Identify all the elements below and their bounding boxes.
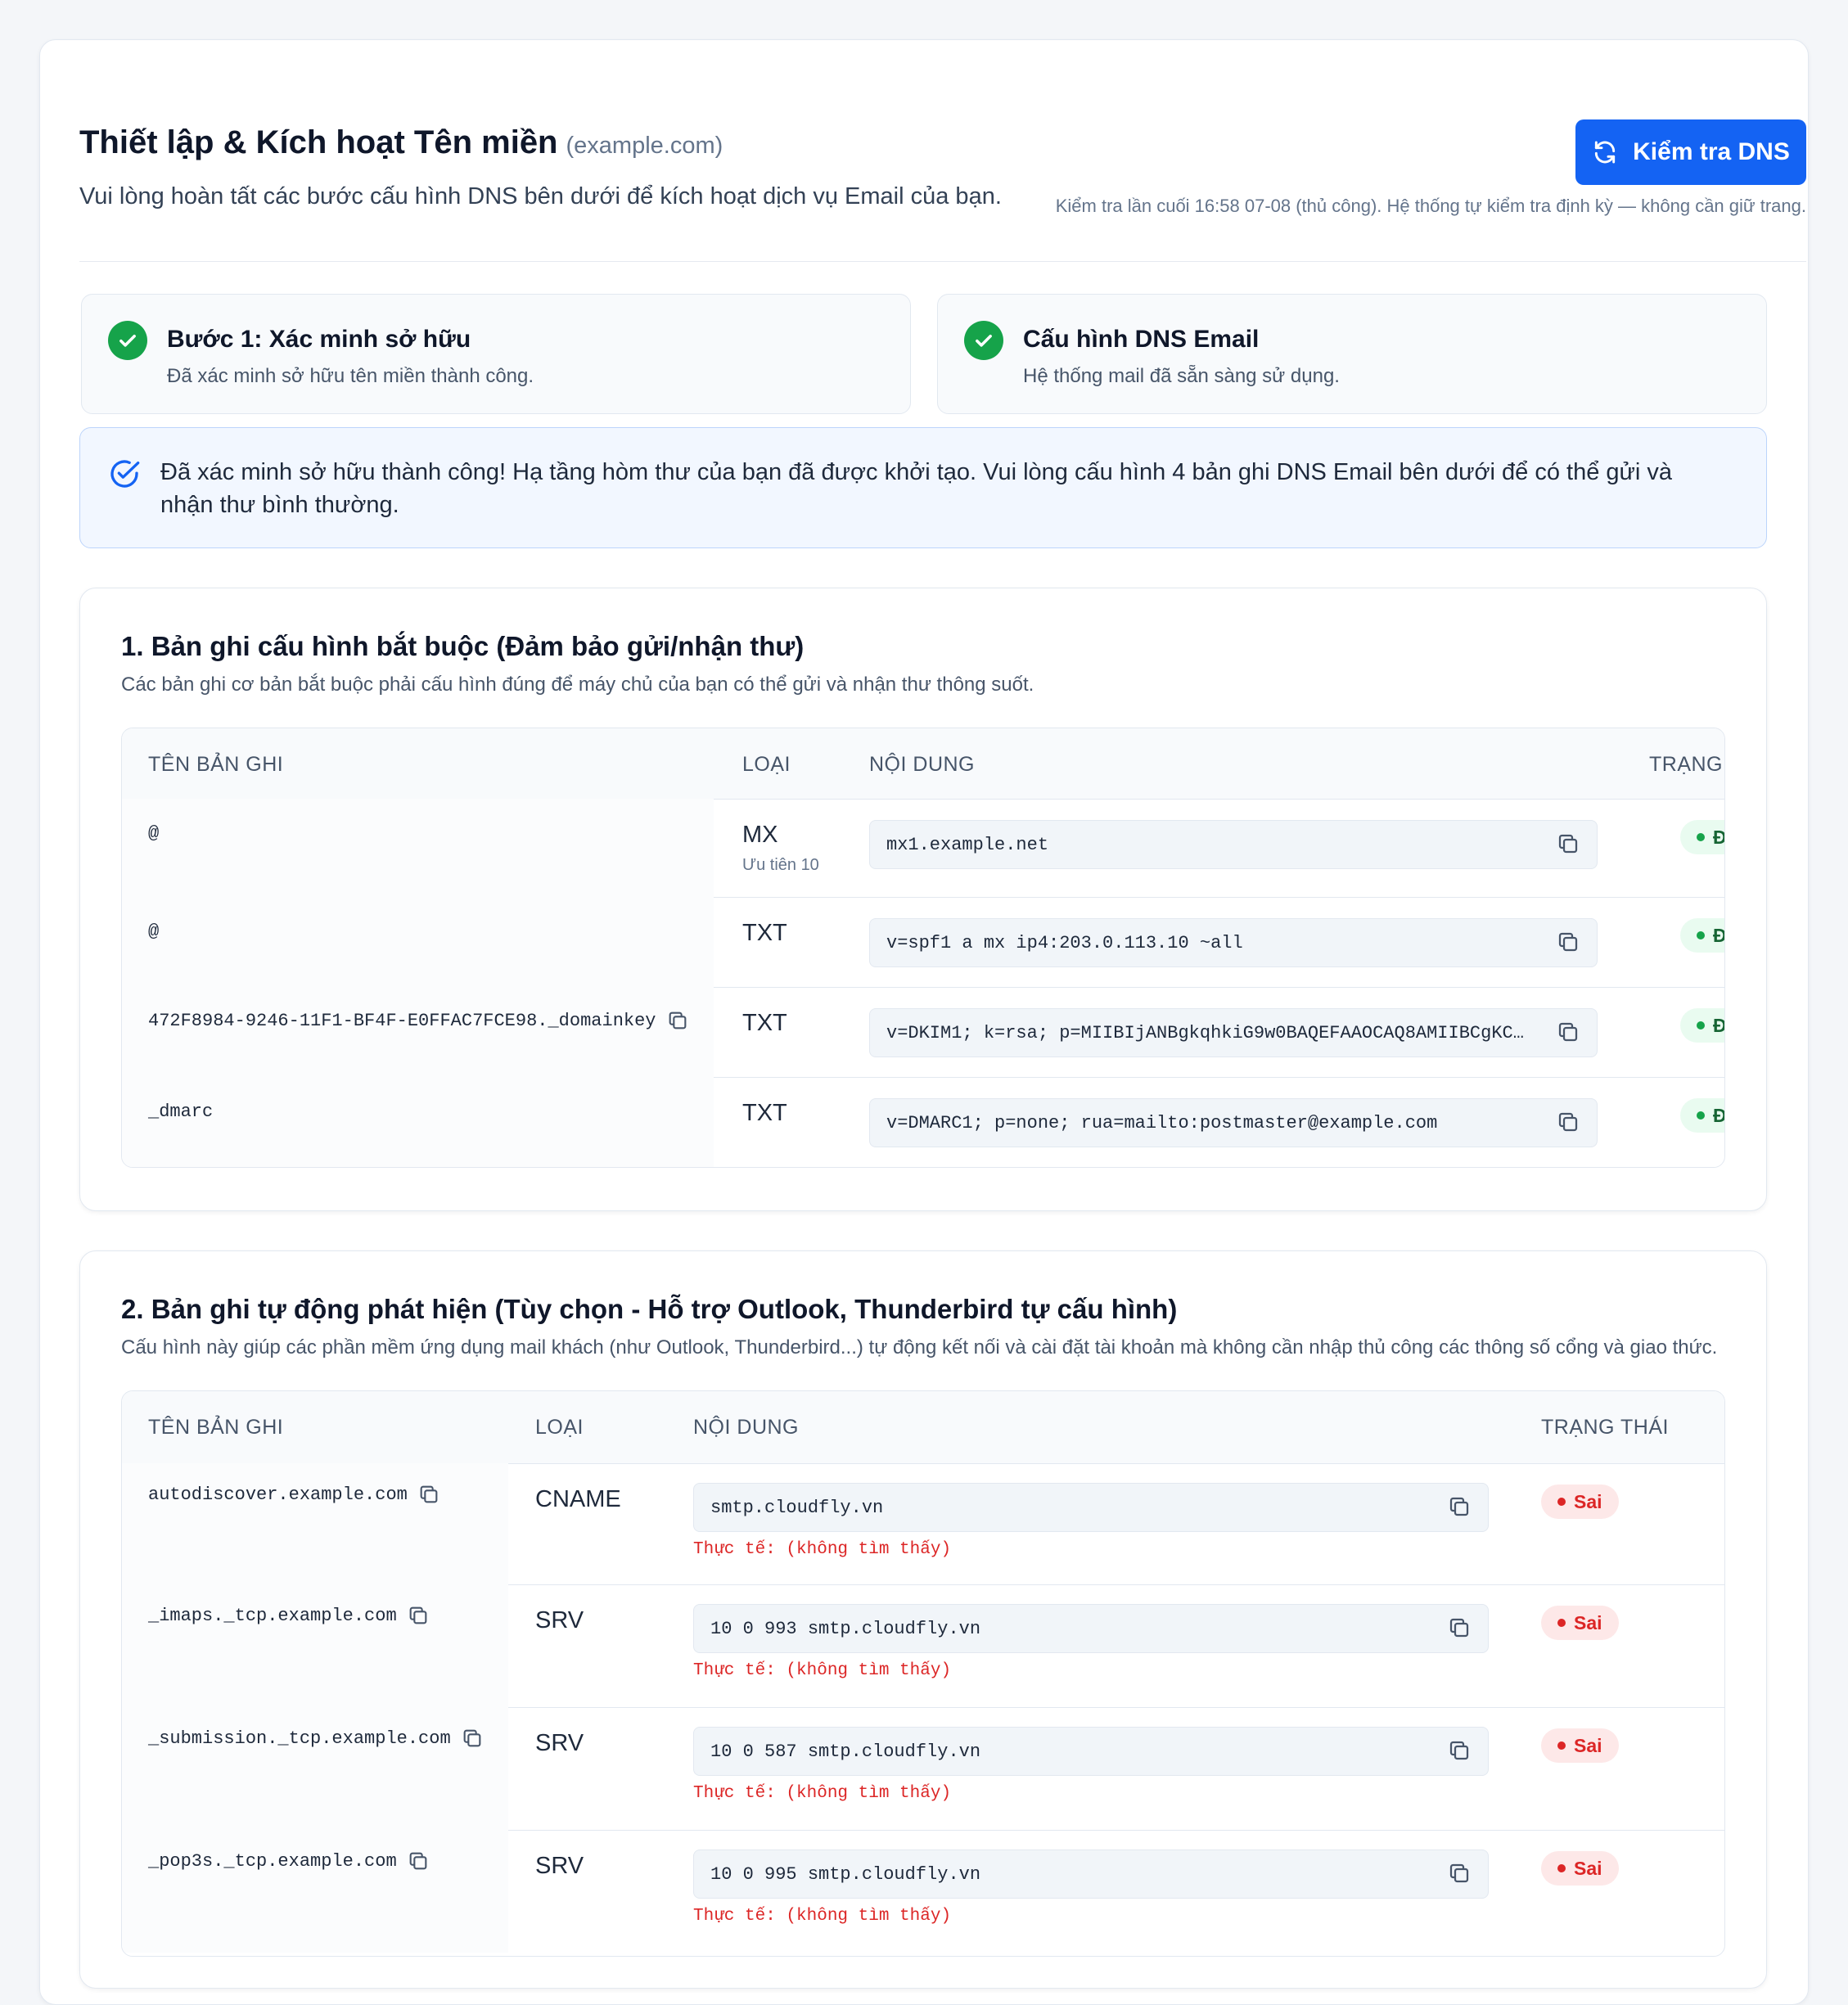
table-row: _submission._tcp.example.com SRV 10 0 58… bbox=[122, 1707, 1724, 1831]
domain-label: (example.com) bbox=[566, 133, 723, 159]
record-value-field[interactable]: v=DMARC1; p=none; rua=mailto:postmaster@… bbox=[869, 1098, 1598, 1147]
record-value-field[interactable]: smtp.cloudfly.vn bbox=[693, 1483, 1489, 1532]
record-name: @ bbox=[148, 921, 160, 942]
section-desc: Cấu hình này giúp các phần mềm ứng dụng … bbox=[121, 1336, 1718, 1358]
table-row: 472F8984-9246-11F1-BF4F-E0FFAC7FCE98._do… bbox=[122, 987, 1724, 1078]
record-name: _pop3s._tcp.example.com bbox=[148, 1850, 430, 1872]
copy-icon[interactable] bbox=[1447, 1861, 1472, 1886]
table-row: _dmarc TXT v=DMARC1; p=none; rua=mailto:… bbox=[122, 1077, 1724, 1167]
page-subtitle: Vui lòng hoàn tất các bước cấu hình DNS … bbox=[79, 183, 1002, 210]
col-content: NỘI DUNG bbox=[869, 753, 975, 776]
record-name: _dmarc bbox=[148, 1102, 214, 1122]
refresh-icon bbox=[1595, 141, 1616, 164]
step-desc: Đã xác minh sở hữu tên miền thành công. bbox=[167, 365, 534, 387]
record-priority: Ưu tiên 10 bbox=[742, 856, 819, 874]
copy-icon[interactable] bbox=[1556, 1110, 1580, 1134]
status-badge: Đã x bbox=[1680, 820, 1724, 854]
col-status: TRẠNG THÁI bbox=[1541, 1416, 1669, 1439]
section-desc: Các bản ghi cơ bản bắt buộc phải cấu hìn… bbox=[121, 674, 1034, 696]
col-type: LOẠI bbox=[535, 1416, 584, 1439]
record-type: SRV bbox=[535, 1730, 584, 1756]
table-row: _imaps._tcp.example.com SRV 10 0 993 smt… bbox=[122, 1584, 1724, 1708]
col-status: TRẠNG bbox=[1649, 753, 1723, 776]
record-type: TXT bbox=[742, 1010, 787, 1036]
status-badge: Sai bbox=[1541, 1485, 1619, 1519]
actual-value: Thực tế: (không tìm thấy) bbox=[693, 1907, 952, 1926]
check-circle-icon bbox=[108, 321, 147, 360]
status-badge: Đã x bbox=[1680, 918, 1724, 953]
step-dns-email: Cấu hình DNS Email Hệ thống mail đã sẵn … bbox=[937, 294, 1767, 414]
copy-icon[interactable] bbox=[666, 1009, 689, 1032]
page-header: Thiết lập & Kích hoạt Tên miền (example.c… bbox=[79, 85, 1806, 262]
check-dns-label: Kiểm tra DNS bbox=[1633, 138, 1790, 165]
record-type: TXT bbox=[742, 920, 787, 946]
table-header: TÊN BẢN GHI LOẠI NỘI DUNG TRẠNG THÁI bbox=[122, 1391, 1724, 1464]
step-ownership: Bước 1: Xác minh sở hữu Đã xác minh sở h… bbox=[81, 294, 911, 414]
step-title: Cấu hình DNS Email bbox=[1023, 326, 1260, 353]
copy-icon[interactable] bbox=[1447, 1494, 1472, 1519]
check-dns-button[interactable]: Kiểm tra DNS bbox=[1575, 119, 1806, 185]
table-header: TÊN BẢN GHI LOẠI NỘI DUNG TRẠNG bbox=[122, 728, 1724, 800]
table-row: @ MX Ưu tiên 10 mx1.example.net Đã x bbox=[122, 799, 1724, 898]
actual-value: Thực tế: (không tìm thấy) bbox=[693, 1661, 952, 1680]
section-title: 2. Bản ghi tự động phát hiện (Tùy chọn -… bbox=[121, 1294, 1178, 1324]
record-type: TXT bbox=[742, 1100, 787, 1126]
record-type: MX bbox=[742, 822, 778, 848]
section-autodiscover-records: 2. Bản ghi tự động phát hiện (Tùy chọn -… bbox=[79, 1250, 1767, 1989]
copy-icon[interactable] bbox=[1556, 1020, 1580, 1044]
table-row: @ TXT v=spf1 a mx ip4:203.0.113.10 ~all … bbox=[122, 897, 1724, 988]
record-value-field[interactable]: 10 0 993 smtp.cloudfly.vn bbox=[693, 1604, 1489, 1653]
col-name: TÊN BẢN GHI bbox=[148, 753, 284, 776]
last-check-text: Kiểm tra lần cuối 16:58 07-08 (thủ công)… bbox=[1055, 196, 1806, 216]
copy-icon[interactable] bbox=[1556, 831, 1580, 856]
status-badge: Sai bbox=[1541, 1606, 1619, 1640]
actual-value: Thực tế: (không tìm thấy) bbox=[693, 1540, 952, 1559]
record-name: autodiscover.example.com bbox=[148, 1483, 440, 1506]
required-records-table: TÊN BẢN GHI LOẠI NỘI DUNG TRẠNG @ MX Ưu … bbox=[121, 728, 1725, 1168]
record-value-field[interactable]: 10 0 995 smtp.cloudfly.vn bbox=[693, 1850, 1489, 1899]
copy-icon[interactable] bbox=[407, 1850, 430, 1872]
record-name: _imaps._tcp.example.com bbox=[148, 1604, 430, 1627]
check-badge-icon bbox=[110, 460, 140, 488]
col-type: LOẠI bbox=[742, 753, 791, 776]
record-name: _submission._tcp.example.com bbox=[148, 1727, 484, 1750]
step-title: Bước 1: Xác minh sở hữu bbox=[167, 326, 471, 353]
copy-icon[interactable] bbox=[1447, 1738, 1472, 1763]
section-required-records: 1. Bản ghi cấu hình bắt buộc (Đảm bảo gử… bbox=[79, 588, 1767, 1211]
copy-icon[interactable] bbox=[461, 1727, 484, 1750]
status-badge: Sai bbox=[1541, 1851, 1619, 1886]
table-row: autodiscover.example.com CNAME smtp.clou… bbox=[122, 1463, 1724, 1585]
copy-icon[interactable] bbox=[417, 1483, 440, 1506]
record-name: 472F8984-9246-11F1-BF4F-E0FFAC7FCE98._do… bbox=[148, 1009, 689, 1032]
autodiscover-records-table: TÊN BẢN GHI LOẠI NỘI DUNG TRẠNG THÁI aut… bbox=[121, 1390, 1725, 1957]
col-content: NỘI DUNG bbox=[693, 1416, 799, 1439]
section-title: 1. Bản ghi cấu hình bắt buộc (Đảm bảo gử… bbox=[121, 631, 805, 661]
record-value-field[interactable]: 10 0 587 smtp.cloudfly.vn bbox=[693, 1727, 1489, 1776]
status-badge: Sai bbox=[1541, 1728, 1619, 1763]
copy-icon[interactable] bbox=[1447, 1615, 1472, 1640]
page-title: Thiết lập & Kích hoạt Tên miền (example.c… bbox=[79, 124, 723, 160]
table-row: _pop3s._tcp.example.com SRV 10 0 995 smt… bbox=[122, 1830, 1724, 1953]
status-badge: Đã x bbox=[1680, 1098, 1724, 1133]
notice-text: Đã xác minh sở hữu thành công! Hạ tầng h… bbox=[160, 459, 1673, 518]
success-notice: Đã xác minh sở hữu thành công! Hạ tầng h… bbox=[79, 427, 1767, 548]
record-value-field[interactable]: mx1.example.net bbox=[869, 820, 1598, 869]
record-value-field[interactable]: v=DKIM1; k=rsa; p=MIIBIjANBgkqhkiG9w0BAQ… bbox=[869, 1008, 1598, 1057]
record-type: SRV bbox=[535, 1607, 584, 1633]
copy-icon[interactable] bbox=[407, 1604, 430, 1627]
copy-icon[interactable] bbox=[1556, 930, 1580, 954]
record-name: @ bbox=[148, 823, 160, 844]
record-type: CNAME bbox=[535, 1486, 621, 1512]
check-circle-icon bbox=[964, 321, 1003, 360]
record-value-field[interactable]: v=spf1 a mx ip4:203.0.113.10 ~all bbox=[869, 918, 1598, 967]
step-desc: Hệ thống mail đã sẵn sàng sử dụng. bbox=[1023, 365, 1340, 387]
status-badge: Đã x bbox=[1680, 1008, 1724, 1043]
col-name: TÊN BẢN GHI bbox=[148, 1416, 284, 1439]
actual-value: Thực tế: (không tìm thấy) bbox=[693, 1784, 952, 1803]
record-type: SRV bbox=[535, 1853, 584, 1879]
